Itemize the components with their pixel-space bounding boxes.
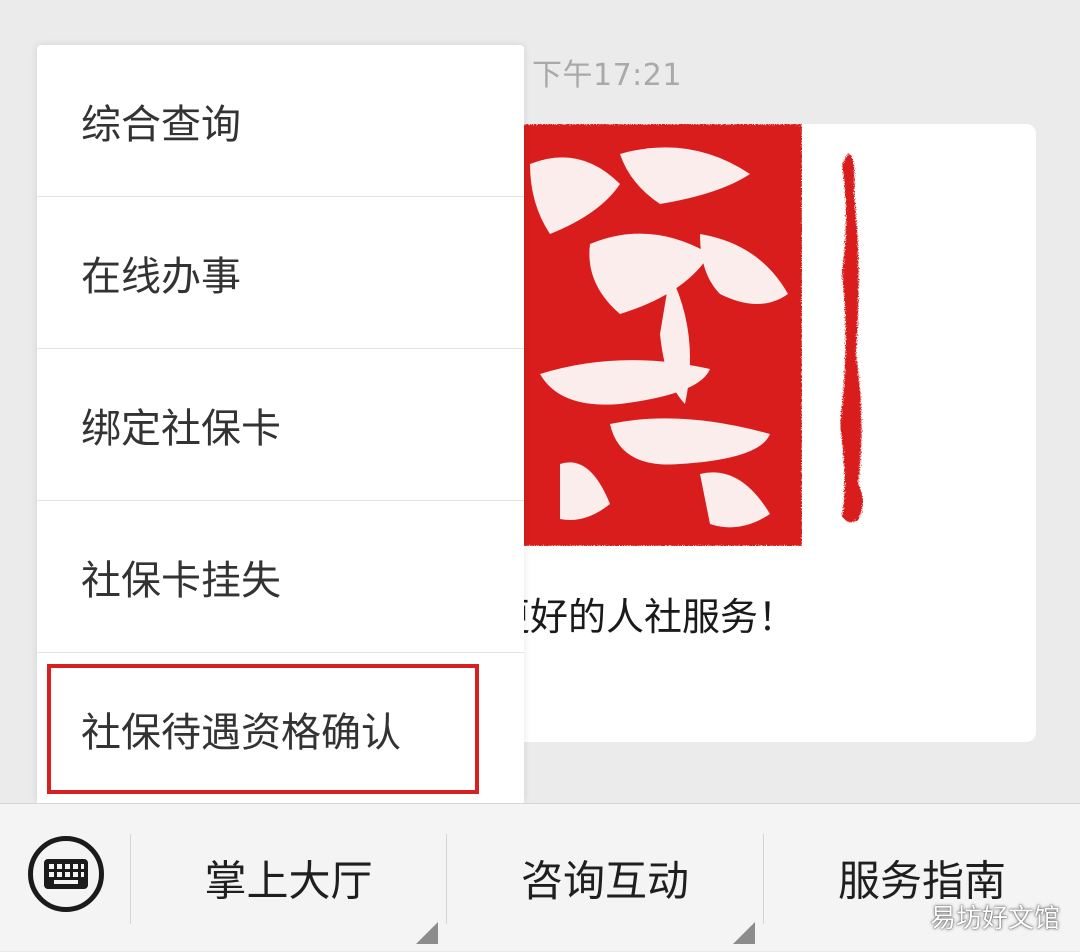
article-card[interactable]: 更好的人社服务！ 秋！	[470, 124, 1036, 742]
menu-item-label: 在线办事	[81, 253, 241, 300]
menu-item-bind-card[interactable]: 绑定社保卡	[37, 349, 524, 501]
menu-item-benefit-qualification[interactable]: 社保待遇资格确认	[37, 653, 524, 805]
bottom-menu-bar: 掌上大厅 咨询互动 服务指南 易坊好文馆	[0, 803, 1080, 951]
menu-item-comprehensive-query[interactable]: 综合查询	[37, 45, 524, 197]
red-seal-calligraphy-image	[522, 124, 863, 546]
menu-item-label: 社保卡挂失	[81, 557, 281, 604]
tab-label: 掌上大厅	[204, 856, 373, 906]
article-cover-image	[470, 124, 1036, 546]
submenu-indicator-icon	[733, 922, 755, 944]
tab-consult-interaction[interactable]: 咨询互动	[447, 804, 763, 952]
keyboard-icon	[44, 859, 88, 889]
popup-submenu: 综合查询 在线办事 绑定社保卡 社保卡挂失 社保待遇资格确认	[37, 45, 524, 803]
article-title: 更好的人社服务！	[492, 595, 797, 639]
watermark-text: 易坊好文馆	[929, 904, 1060, 934]
menu-item-online-service[interactable]: 在线办事	[37, 197, 524, 349]
tab-label: 咨询互动	[520, 856, 689, 906]
menu-item-label: 绑定社保卡	[81, 405, 281, 452]
menu-item-label: 综合查询	[81, 101, 241, 148]
tab-mobile-hall[interactable]: 掌上大厅	[131, 804, 446, 952]
message-timestamp: 下午17:21	[532, 58, 682, 93]
submenu-indicator-icon	[416, 922, 438, 944]
menu-item-report-lost-card[interactable]: 社保卡挂失	[37, 501, 524, 653]
menu-item-label: 社保待遇资格确认	[81, 710, 401, 756]
keyboard-toggle-button[interactable]	[28, 836, 104, 912]
